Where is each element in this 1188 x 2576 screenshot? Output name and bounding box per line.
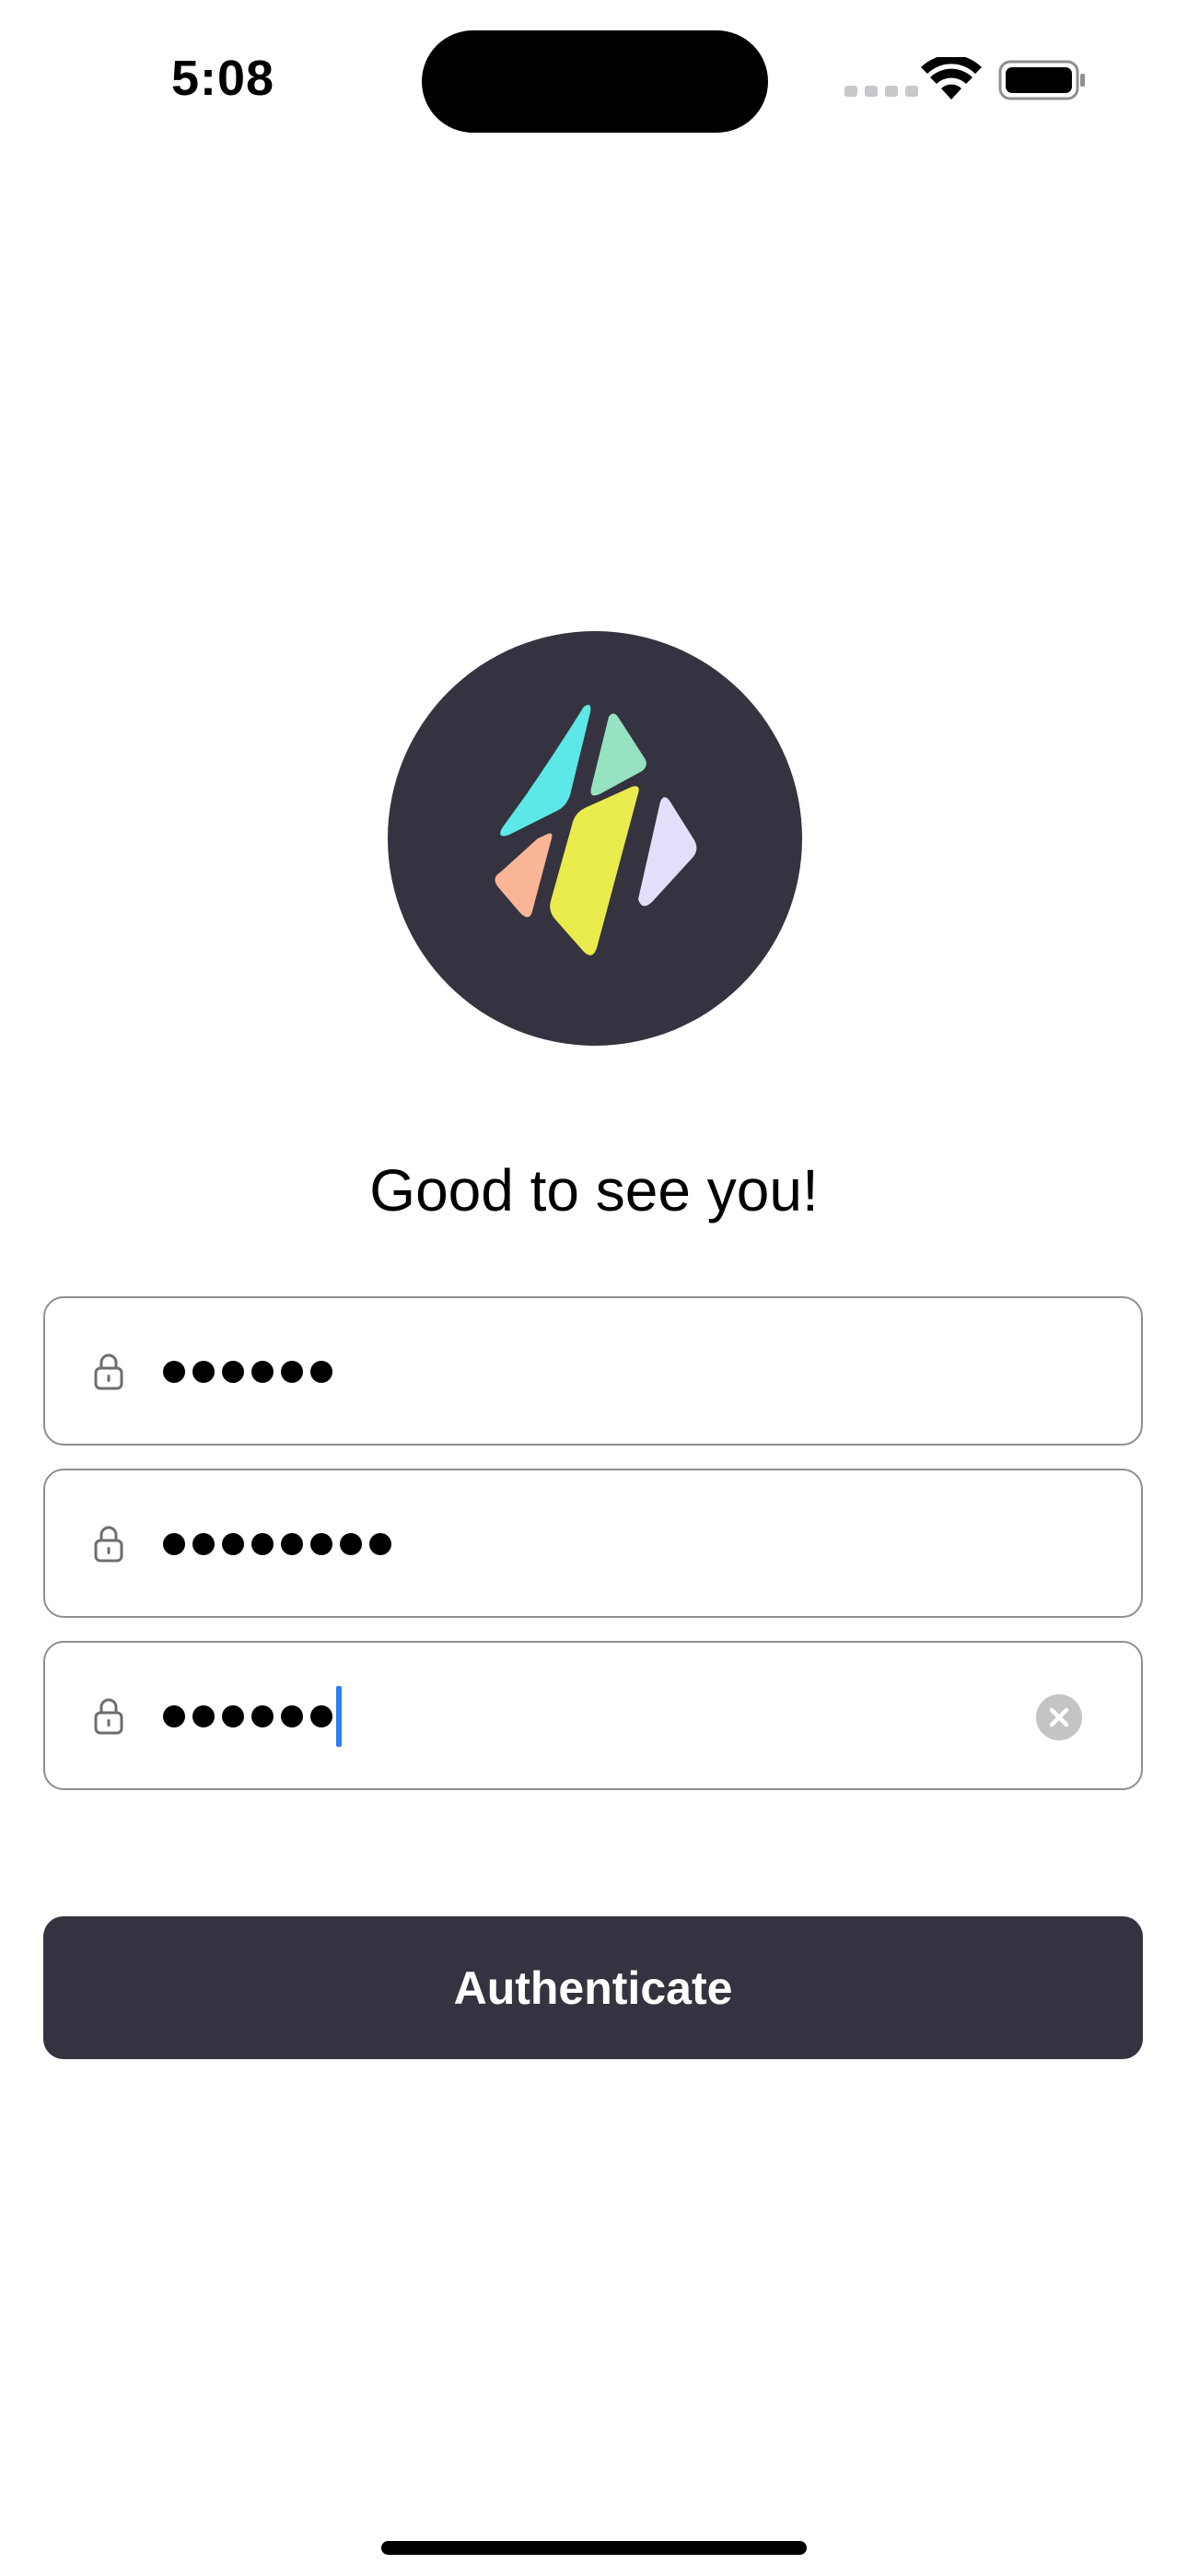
password-field-2[interactable] xyxy=(43,1469,1143,1618)
lock-icon xyxy=(94,1526,123,1563)
wifi-icon xyxy=(921,57,982,100)
home-indicator[interactable] xyxy=(381,2541,807,2555)
dynamic-island xyxy=(422,30,768,133)
greeting-title: Good to see you! xyxy=(369,1157,819,1224)
password-field-1[interactable] xyxy=(43,1296,1143,1446)
masked-password-value xyxy=(163,1344,340,1399)
clear-text-button[interactable] xyxy=(1036,1694,1082,1740)
clear-icon xyxy=(1049,1707,1069,1727)
text-caret xyxy=(336,1686,342,1747)
masked-password-value xyxy=(163,1686,342,1747)
status-bar: 5:08 xyxy=(0,0,1188,166)
lock-icon xyxy=(94,1698,123,1735)
app-logo-icon xyxy=(388,631,802,1046)
status-time: 5:08 xyxy=(171,51,275,106)
cellular-signal-icon xyxy=(844,86,918,97)
battery-icon xyxy=(998,60,1085,100)
password-field-3[interactable] xyxy=(43,1641,1143,1790)
lock-icon xyxy=(94,1353,123,1390)
authenticate-button[interactable]: Authenticate xyxy=(43,1916,1143,2059)
masked-password-value xyxy=(163,1516,399,1572)
